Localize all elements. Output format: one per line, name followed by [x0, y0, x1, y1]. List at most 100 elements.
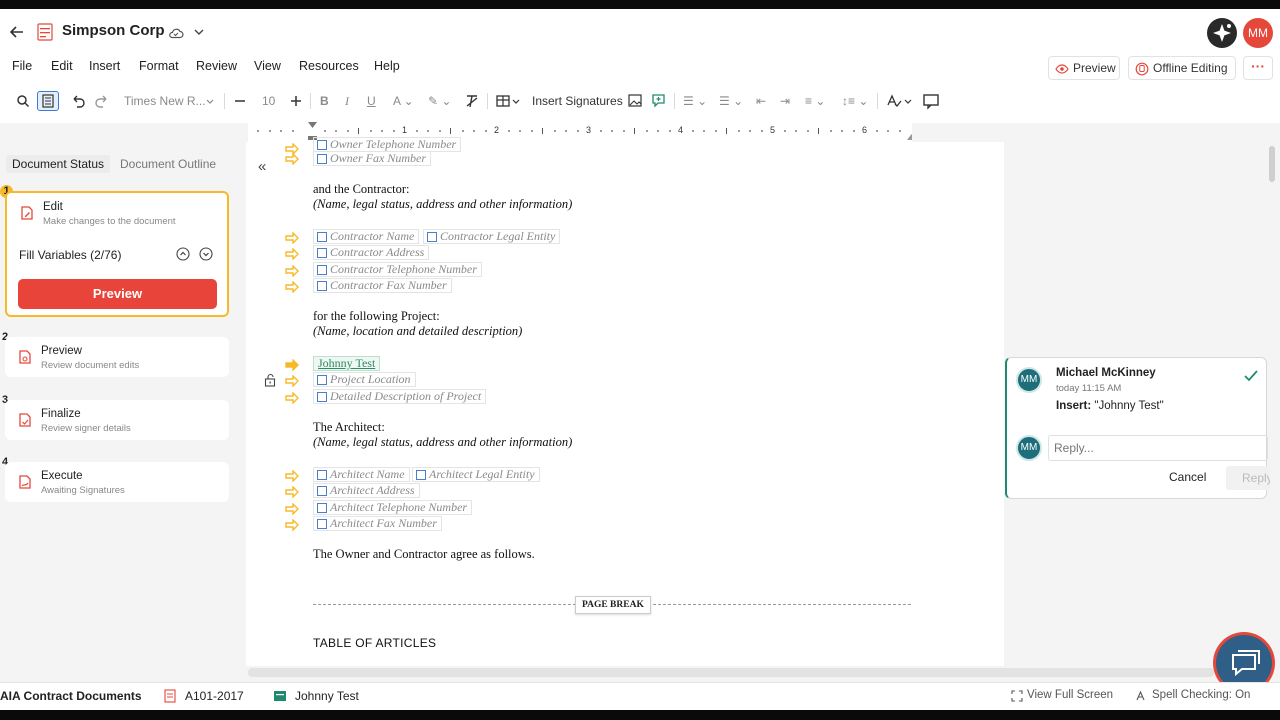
variable-field[interactable]: Contractor Name: [313, 229, 420, 244]
variable-field[interactable]: Architect Legal Entity: [412, 467, 540, 482]
preview-header-button[interactable]: Preview: [1048, 56, 1120, 80]
fill-variables-label: Fill Variables (2/76): [19, 248, 122, 262]
line-spacing-icon[interactable]: ↕≡ ⌄: [842, 91, 868, 111]
variable-field[interactable]: Contractor Fax Number: [313, 278, 452, 293]
reply-input[interactable]: Reply...: [1048, 435, 1268, 461]
comment-content: "Johnny Test": [1094, 400, 1164, 412]
user-avatar[interactable]: MM: [1243, 18, 1273, 48]
doc-code-label[interactable]: A101-2017: [185, 689, 244, 703]
menu-file[interactable]: File: [12, 59, 32, 73]
increase-indent-icon[interactable]: ⇥: [780, 91, 790, 111]
decrease-indent-icon[interactable]: ⇤: [756, 91, 766, 111]
unlock-icon[interactable]: [264, 373, 277, 387]
tab-document-status[interactable]: Document Status: [6, 155, 111, 173]
comments-panel-icon[interactable]: [922, 91, 940, 111]
reply-button[interactable]: Reply: [1226, 466, 1270, 490]
font-chevron-down-icon[interactable]: [205, 91, 215, 111]
step-execute-card[interactable]: Execute Awaiting Signatures: [5, 462, 229, 502]
step-title: Execute: [41, 470, 83, 482]
table-icon[interactable]: [495, 91, 523, 111]
bullet-list-icon[interactable]: ☰ ⌄: [683, 91, 707, 111]
variable-field[interactable]: Architect Name: [313, 467, 410, 482]
document-page[interactable]: [246, 142, 1004, 666]
variable-icon: [317, 265, 327, 275]
menu-edit[interactable]: Edit: [51, 59, 73, 73]
variable-field[interactable]: Project Location: [313, 372, 416, 387]
offline-editing-label: Offline Editing: [1153, 61, 1228, 75]
offline-icon: [1135, 61, 1149, 76]
preview-button[interactable]: Preview: [18, 279, 217, 309]
bold-icon[interactable]: B: [320, 91, 329, 111]
formatting-toolbar: Times New R... 10 B I U A ⌄ ✎ ⌄ Insert S…: [0, 88, 1280, 114]
arrow-right-icon: [285, 248, 299, 260]
image-icon[interactable]: [628, 91, 642, 111]
toolbar-divider: [674, 93, 675, 109]
highlight-icon[interactable]: ✎ ⌄: [428, 91, 451, 111]
comment-card[interactable]: MM Michael McKinney today 11:15 AM Inser…: [1005, 357, 1270, 499]
variable-label: Owner Fax Number: [330, 151, 426, 165]
variable-icon: [416, 470, 426, 480]
search-icon[interactable]: [16, 91, 32, 111]
variable-label: Project Location: [330, 372, 411, 386]
align-icon[interactable]: ≡ ⌄: [805, 91, 825, 111]
clear-formatting-icon[interactable]: [464, 91, 480, 111]
collapse-panel-icon[interactable]: «: [258, 158, 266, 175]
menu-insert[interactable]: Insert: [89, 59, 120, 73]
variable-field[interactable]: Architect Address: [313, 483, 420, 498]
font-family-select[interactable]: Times New R...: [124, 91, 206, 111]
ai-assistant-button[interactable]: [1207, 18, 1237, 48]
chevron-down-icon[interactable]: [199, 247, 213, 261]
step-preview-card[interactable]: Preview Review document edits: [5, 337, 229, 377]
cancel-button[interactable]: Cancel: [1169, 470, 1206, 484]
vertical-scrollbar[interactable]: [1269, 146, 1275, 182]
text-color-icon[interactable]: A ⌄: [393, 91, 414, 111]
page-break-label[interactable]: PAGE BREAK: [575, 596, 651, 614]
horizontal-scrollbar[interactable]: [248, 668, 1214, 677]
spell-check-icon[interactable]: [886, 91, 912, 111]
document-title[interactable]: Simpson Corp: [62, 22, 165, 39]
menu-resources[interactable]: Resources: [299, 59, 359, 73]
project-label[interactable]: Johnny Test: [295, 689, 359, 703]
undo-icon[interactable]: [70, 91, 86, 111]
variable-field[interactable]: Contractor Address: [313, 245, 430, 260]
step-edit-card[interactable]: Edit Make changes to the document Fill V…: [5, 191, 229, 317]
page-view-icon[interactable]: [37, 91, 59, 111]
decrease-font-size-icon[interactable]: [233, 91, 247, 111]
step-finalize-card[interactable]: Finalize Review signer details: [5, 400, 229, 440]
arrow-right-icon: [285, 281, 299, 293]
view-full-screen-button[interactable]: View Full Screen: [1027, 689, 1113, 701]
menu-help[interactable]: Help: [374, 59, 400, 73]
menu-format[interactable]: Format: [139, 59, 179, 73]
variable-field[interactable]: Contractor Legal Entity: [423, 229, 561, 244]
more-options-button[interactable]: ···: [1243, 56, 1273, 80]
menu-view[interactable]: View: [254, 59, 281, 73]
variable-field[interactable]: Architect Telephone Number: [313, 500, 473, 515]
insert-signatures-button[interactable]: Insert Signatures: [532, 91, 623, 111]
variable-icon: [317, 519, 327, 529]
variable-field[interactable]: Detailed Description of Project: [313, 389, 487, 404]
step-title: Edit: [43, 201, 63, 213]
variable-icon: [317, 248, 327, 258]
redo-icon[interactable]: [94, 91, 110, 111]
chevron-up-icon[interactable]: [176, 247, 190, 261]
variable-field[interactable]: Architect Fax Number: [313, 516, 442, 531]
italic-icon[interactable]: I: [345, 91, 349, 111]
variable-field[interactable]: Contractor Telephone Number: [313, 262, 482, 277]
variable-label: Contractor Telephone Number: [330, 262, 477, 276]
back-arrow-icon[interactable]: [8, 23, 26, 41]
comment-action: Insert:: [1056, 400, 1092, 412]
fullscreen-icon[interactable]: [1011, 689, 1023, 706]
increase-font-size-icon[interactable]: [289, 91, 303, 111]
offline-editing-button[interactable]: Offline Editing: [1128, 56, 1236, 80]
numbered-list-icon[interactable]: ☰ ⌄: [719, 91, 743, 111]
chevron-down-icon[interactable]: [193, 25, 205, 37]
spell-checking-toggle[interactable]: Spell Checking: On: [1152, 689, 1250, 701]
underline-icon[interactable]: U: [367, 91, 376, 111]
menu-review[interactable]: Review: [196, 59, 237, 73]
font-size-input[interactable]: 10: [262, 91, 275, 111]
tab-document-outline[interactable]: Document Outline: [120, 155, 216, 173]
resolve-check-icon[interactable]: [1243, 369, 1259, 383]
add-comment-icon[interactable]: [651, 91, 667, 111]
filled-variable-field[interactable]: Johnny Test: [313, 356, 381, 371]
variable-field[interactable]: Owner Fax Number: [313, 151, 431, 166]
